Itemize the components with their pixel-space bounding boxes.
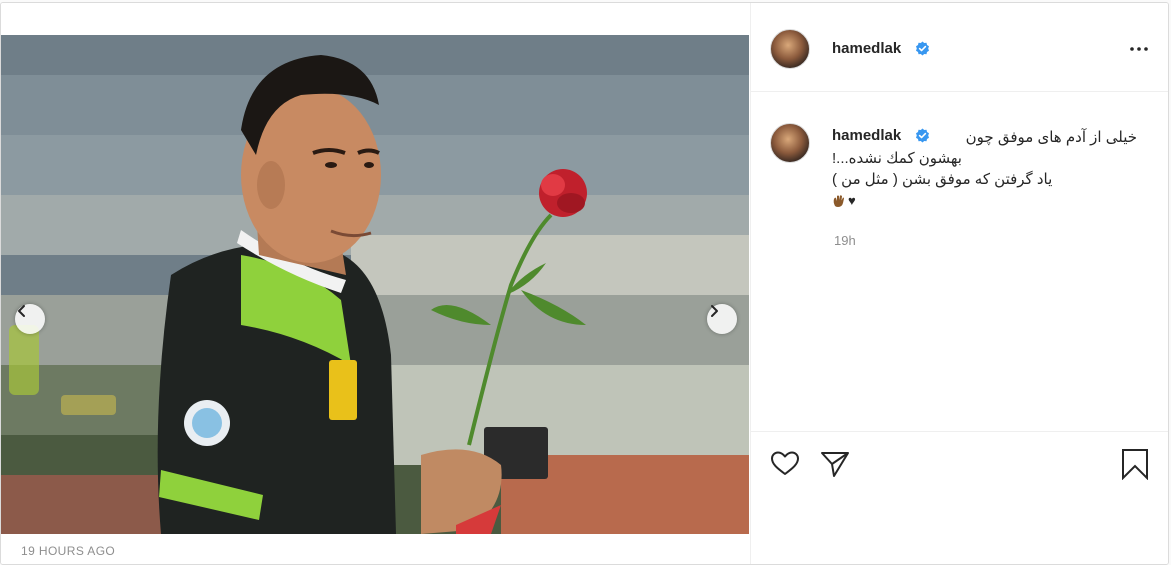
author-username[interactable]: hamedlak	[832, 40, 901, 57]
comment-time[interactable]: 19h	[834, 233, 856, 248]
paper-plane-icon[interactable]	[819, 448, 851, 480]
raised-hand-emoji-icon	[833, 194, 844, 207]
more-options-button[interactable]	[1127, 39, 1151, 59]
carousel-prev-button[interactable]	[15, 304, 45, 334]
black-heart-icon: ♥	[848, 192, 856, 208]
post-actions	[751, 431, 1168, 536]
caption-line-3: یاد گرفتن که موفق بشن ( مثل من )	[832, 171, 1053, 188]
post-header: hamedlak	[751, 3, 1168, 92]
photo-illustration	[1, 35, 749, 534]
heart-outline-icon[interactable]	[769, 448, 801, 480]
post-media	[1, 3, 749, 564]
caption-author-avatar[interactable]	[770, 123, 810, 163]
comments-section: خیلی از آدم های موفق چون بهشون کمك نشده.…	[751, 93, 1168, 431]
caption-line-2: بهشون کمك نشده...!	[832, 150, 962, 167]
more-options-icon	[1130, 47, 1148, 51]
post-timestamp[interactable]: 19 HOURS AGO	[21, 544, 115, 558]
chevron-left-icon	[18, 305, 25, 317]
author-avatar[interactable]	[770, 29, 810, 69]
caption-username[interactable]: hamedlak	[832, 127, 901, 144]
caption-emoji-row: ♥	[832, 190, 1137, 211]
caption-verified-badge-icon	[916, 128, 929, 143]
bookmark-outline-icon[interactable]	[1119, 448, 1151, 480]
chevron-right-icon	[711, 305, 718, 317]
carousel-next-button[interactable]	[707, 304, 737, 334]
post-card: hamedlak خیلی از آدم های موفق چون بهشون …	[0, 2, 1169, 565]
post-photo[interactable]	[1, 35, 749, 534]
verified-badge-icon	[916, 41, 929, 56]
post-side-panel: hamedlak خیلی از آدم های موفق چون بهشون …	[750, 3, 1168, 564]
